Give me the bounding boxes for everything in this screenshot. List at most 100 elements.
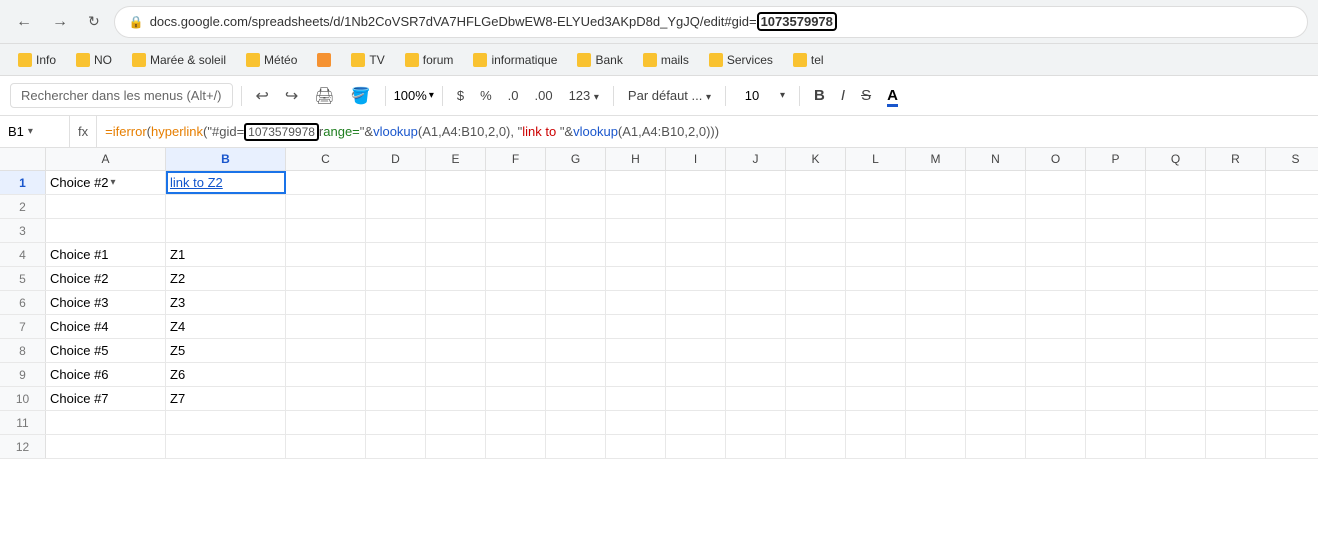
cell-R7[interactable] [1206, 315, 1266, 338]
cell-G4[interactable] [546, 243, 606, 266]
cell-P3[interactable] [1086, 219, 1146, 242]
cell-J2[interactable] [726, 195, 786, 218]
cell-J4[interactable] [726, 243, 786, 266]
col-header-k[interactable]: K [786, 148, 846, 170]
cell-M2[interactable] [906, 195, 966, 218]
cell-K4[interactable] [786, 243, 846, 266]
cell-L10[interactable] [846, 387, 906, 410]
cell-G7[interactable] [546, 315, 606, 338]
address-bar[interactable]: 🔒 docs.google.com/spreadsheets/d/1Nb2CoV… [114, 6, 1308, 38]
cell-Q7[interactable] [1146, 315, 1206, 338]
cell-M4[interactable] [906, 243, 966, 266]
cell-S1[interactable] [1266, 171, 1318, 194]
cell-K9[interactable] [786, 363, 846, 386]
bookmark-item[interactable]: Marée & soleil [124, 50, 234, 70]
undo-button[interactable]: ↩ [250, 82, 275, 110]
italic-button[interactable]: I [835, 84, 851, 107]
cell-G11[interactable] [546, 411, 606, 434]
cell-M5[interactable] [906, 267, 966, 290]
cell-R11[interactable] [1206, 411, 1266, 434]
cell-Q3[interactable] [1146, 219, 1206, 242]
cell-M8[interactable] [906, 339, 966, 362]
cell-F1[interactable] [486, 171, 546, 194]
cell-G6[interactable] [546, 291, 606, 314]
cell-E5[interactable] [426, 267, 486, 290]
cell-C9[interactable] [286, 363, 366, 386]
cell-Q1[interactable] [1146, 171, 1206, 194]
cell-I7[interactable] [666, 315, 726, 338]
bold-button[interactable]: B [808, 84, 831, 107]
cell-N1[interactable] [966, 171, 1026, 194]
redo-button[interactable]: ↪ [279, 82, 304, 110]
currency-button[interactable]: $ [451, 85, 470, 106]
cell-M6[interactable] [906, 291, 966, 314]
col-header-o[interactable]: O [1026, 148, 1086, 170]
cell-D2[interactable] [366, 195, 426, 218]
cell-E6[interactable] [426, 291, 486, 314]
search-menu[interactable]: Rechercher dans les menus (Alt+/) [10, 83, 233, 108]
cell-I3[interactable] [666, 219, 726, 242]
cell-D6[interactable] [366, 291, 426, 314]
cell-N10[interactable] [966, 387, 1026, 410]
cell-F12[interactable] [486, 435, 546, 458]
cell-G5[interactable] [546, 267, 606, 290]
cell-F10[interactable] [486, 387, 546, 410]
cell-G10[interactable] [546, 387, 606, 410]
cell-S11[interactable] [1266, 411, 1318, 434]
cell-D12[interactable] [366, 435, 426, 458]
dropdown-arrow-icon[interactable]: ▾ [111, 177, 116, 188]
cell-S9[interactable] [1266, 363, 1318, 386]
cell-L11[interactable] [846, 411, 906, 434]
cell-B3[interactable] [166, 219, 286, 242]
bookmark-item[interactable]: forum [397, 50, 462, 70]
cell-L5[interactable] [846, 267, 906, 290]
cell-B8[interactable]: Z5 [166, 339, 286, 362]
cell-L8[interactable] [846, 339, 906, 362]
cell-D4[interactable] [366, 243, 426, 266]
cell-K2[interactable] [786, 195, 846, 218]
cell-A3[interactable] [46, 219, 166, 242]
bookmark-item[interactable] [309, 50, 339, 70]
back-button[interactable]: ← [10, 9, 38, 35]
print-button[interactable]: 🖨 [308, 82, 340, 110]
col-header-q[interactable]: Q [1146, 148, 1206, 170]
cell-D10[interactable] [366, 387, 426, 410]
cell-H8[interactable] [606, 339, 666, 362]
cell-B9[interactable]: Z6 [166, 363, 286, 386]
decimal-more-button[interactable]: .00 [528, 85, 558, 106]
cell-J1[interactable] [726, 171, 786, 194]
strikethrough-button[interactable]: S [855, 84, 877, 107]
cell-M12[interactable] [906, 435, 966, 458]
cell-B6[interactable]: Z3 [166, 291, 286, 314]
cell-S5[interactable] [1266, 267, 1318, 290]
cell-N7[interactable] [966, 315, 1026, 338]
cell-R9[interactable] [1206, 363, 1266, 386]
cell-G8[interactable] [546, 339, 606, 362]
cell-O8[interactable] [1026, 339, 1086, 362]
col-header-i[interactable]: I [666, 148, 726, 170]
cell-H12[interactable] [606, 435, 666, 458]
cell-E4[interactable] [426, 243, 486, 266]
cell-E3[interactable] [426, 219, 486, 242]
cell-D1[interactable] [366, 171, 426, 194]
cell-O9[interactable] [1026, 363, 1086, 386]
col-header-b[interactable]: B [166, 148, 286, 170]
cell-B7[interactable]: Z4 [166, 315, 286, 338]
cell-H4[interactable] [606, 243, 666, 266]
forward-button[interactable]: → [46, 9, 74, 35]
number-format-button[interactable]: 123 ▾ [563, 85, 605, 106]
cell-S10[interactable] [1266, 387, 1318, 410]
cell-link[interactable]: link to Z2 [170, 175, 223, 190]
cell-R3[interactable] [1206, 219, 1266, 242]
cell-O2[interactable] [1026, 195, 1086, 218]
cell-G9[interactable] [546, 363, 606, 386]
cell-J10[interactable] [726, 387, 786, 410]
cell-O5[interactable] [1026, 267, 1086, 290]
cell-O10[interactable] [1026, 387, 1086, 410]
cell-B5[interactable]: Z2 [166, 267, 286, 290]
cell-O6[interactable] [1026, 291, 1086, 314]
cell-K5[interactable] [786, 267, 846, 290]
cell-L12[interactable] [846, 435, 906, 458]
cell-C3[interactable] [286, 219, 366, 242]
cell-ref-dropdown-icon[interactable]: ▾ [28, 126, 33, 137]
